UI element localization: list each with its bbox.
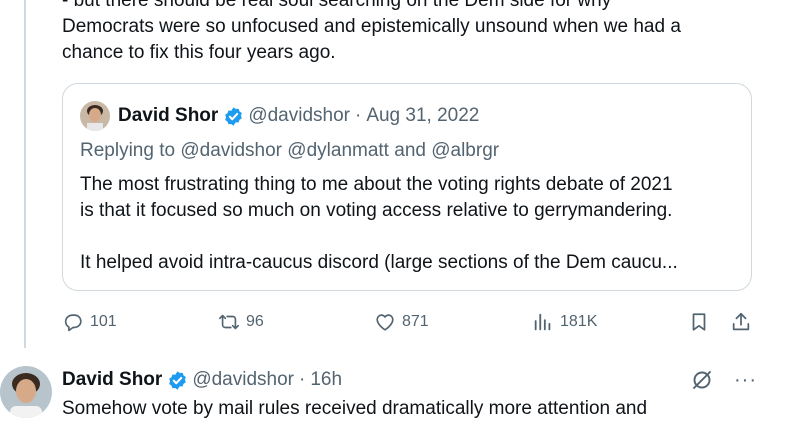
author-handle[interactable]: @davidshor bbox=[192, 369, 294, 391]
quoted-tweet-body: The most frustrating thing to me about t… bbox=[80, 172, 740, 276]
tweet-text-line: Democrats were so unfocused and epistemi… bbox=[62, 16, 681, 37]
replying-and: and bbox=[394, 140, 426, 161]
grok-icon[interactable] bbox=[690, 368, 714, 392]
tweet-text-line: chance to fix this four years ago. bbox=[62, 42, 336, 63]
views-button[interactable]: 181K bbox=[532, 306, 597, 338]
more-icon[interactable]: ··· bbox=[734, 369, 757, 392]
repost-button[interactable]: 96 bbox=[218, 306, 264, 338]
reply-mention[interactable]: @dylanmatt bbox=[287, 140, 389, 161]
avatar[interactable] bbox=[80, 101, 110, 131]
share-button[interactable] bbox=[730, 306, 758, 338]
author-handle[interactable]: @davidshor bbox=[248, 105, 350, 127]
bookmark-icon bbox=[692, 313, 706, 331]
like-button[interactable]: 871 bbox=[374, 306, 429, 338]
bookmark-button[interactable] bbox=[688, 306, 716, 338]
quote-body-line: It helped avoid intra-caucus discord (la… bbox=[80, 252, 678, 273]
reply-mention[interactable]: @davidshor bbox=[180, 140, 282, 161]
separator-dot: · bbox=[298, 369, 306, 390]
tweet-text-line: - but there should be real soul searchin… bbox=[62, 0, 612, 11]
reply-icon bbox=[64, 314, 82, 332]
views-icon bbox=[534, 313, 551, 331]
tweet-text: - but there should be real soul searchin… bbox=[62, 0, 762, 66]
separator-dot: · bbox=[354, 105, 362, 126]
next-tweet-header-actions: ··· bbox=[690, 366, 757, 394]
author-name[interactable]: David Shor bbox=[118, 105, 218, 127]
reply-mention[interactable]: @albrgr bbox=[431, 140, 499, 161]
replying-to: Replying to @davidshor @dylanmatt and @a… bbox=[80, 140, 499, 162]
verified-icon bbox=[225, 106, 243, 126]
like-icon bbox=[376, 314, 394, 331]
tweet-time[interactable]: 16h bbox=[310, 369, 342, 391]
author-name[interactable]: David Shor bbox=[62, 369, 162, 391]
thread-connector-line bbox=[24, 0, 26, 348]
quote-body-line bbox=[80, 224, 740, 250]
tweet-actions-bar: 101 96 871 181K bbox=[62, 306, 762, 338]
reply-button[interactable]: 101 bbox=[62, 306, 117, 338]
repost-icon bbox=[219, 314, 239, 330]
share-icon bbox=[732, 312, 750, 331]
avatar[interactable] bbox=[0, 366, 52, 418]
tweet-date[interactable]: Aug 31, 2022 bbox=[366, 105, 479, 127]
quote-body-line: The most frustrating thing to me about t… bbox=[80, 174, 673, 195]
next-tweet-text: Somehow vote by mail rules received dram… bbox=[62, 398, 648, 419]
quote-body-line: is that it focused so much on voting acc… bbox=[80, 200, 673, 221]
repost-count: 96 bbox=[246, 313, 264, 330]
verified-icon bbox=[169, 370, 187, 390]
reply-count: 101 bbox=[90, 313, 117, 330]
like-count: 871 bbox=[402, 313, 429, 330]
quoted-tweet-header: David Shor @davidshor · Aug 31, 2022 bbox=[80, 101, 479, 131]
next-tweet-header: David Shor @davidshor · 16h bbox=[62, 366, 342, 394]
quoted-tweet-card[interactable]: David Shor @davidshor · Aug 31, 2022 Rep… bbox=[62, 83, 752, 291]
view-count: 181K bbox=[560, 313, 598, 330]
replying-prefix: Replying to bbox=[80, 140, 176, 161]
